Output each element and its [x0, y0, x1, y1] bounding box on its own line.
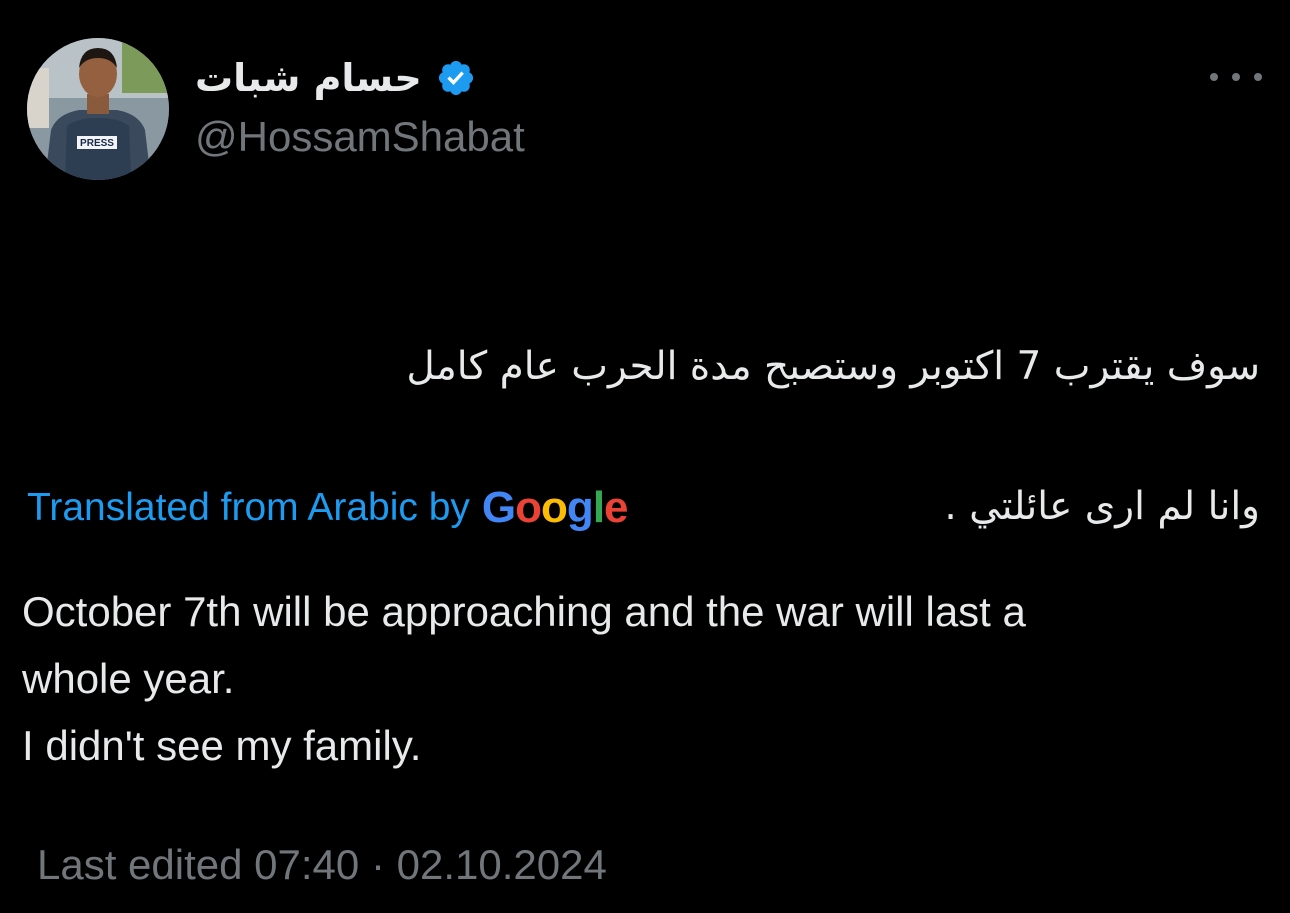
author-name-row[interactable]: حسام شبات [195, 52, 476, 104]
last-edited-label: Last edited [37, 841, 243, 888]
tweet-text-original-line: سوف يقترب 7 اكتوبر وستصبح مدة الحرب عام … [406, 344, 1260, 389]
tweet-text-translated-line: whole year. [22, 655, 235, 702]
more-dot [1210, 73, 1218, 81]
more-dot [1254, 73, 1262, 81]
tweet-text-translated: October 7th will be approaching and the … [22, 578, 1222, 779]
avatar-press-label: PRESS [80, 138, 114, 149]
more-horizontal-icon[interactable] [1210, 62, 1262, 92]
tweet-text-original: سوف يقترب 7 اكتوبر وستصبح مدة الحرب عام … [160, 262, 1260, 612]
author-handle[interactable]: @HossamShabat [195, 113, 525, 160]
tweet-text-translated-line: October 7th will be approaching and the … [22, 588, 1026, 635]
avatar[interactable]: PRESS [27, 38, 169, 180]
last-edited-timestamp[interactable]: Last edited 07:40 · 02.10.2024 [37, 841, 607, 888]
translated-from-label[interactable]: Translated from Arabic by [27, 486, 470, 530]
more-dot [1232, 73, 1240, 81]
translation-attribution: Translated from Arabic by Google [27, 478, 629, 538]
last-edited-date: 02.10.2024 [396, 841, 607, 888]
tweet-text-translated-line: I didn't see my family. [22, 722, 422, 769]
last-edited-time: 07:40 [254, 841, 360, 888]
author-display-name[interactable]: حسام شبات [195, 59, 422, 97]
tweet: PRESS حسام شبات @HossamShabat سوف يقترب … [0, 0, 1290, 913]
google-logo: Google [481, 483, 629, 532]
timestamp-separator: · [370, 841, 385, 888]
avatar-photo-icon: PRESS [27, 38, 169, 180]
verified-badge-icon [438, 60, 473, 96]
